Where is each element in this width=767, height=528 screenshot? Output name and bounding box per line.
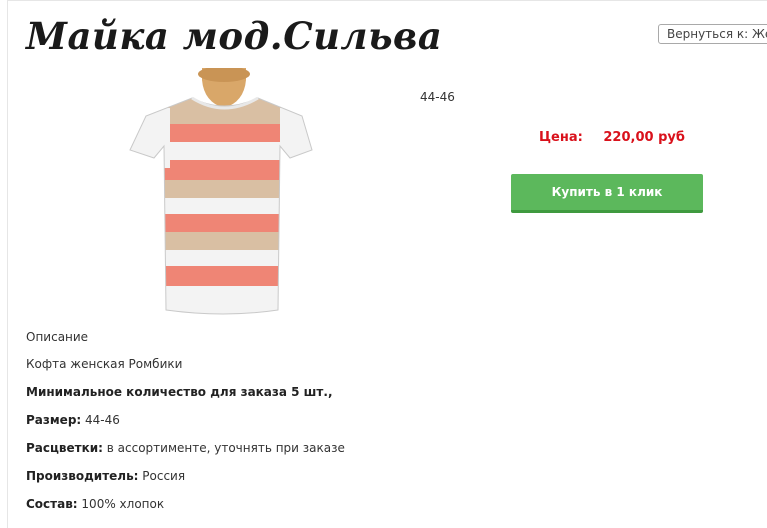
product-size: 44-46 bbox=[420, 90, 455, 104]
product-title: Майка мод.Сильва bbox=[26, 14, 443, 58]
description-size: Размер: 44-46 bbox=[26, 413, 120, 427]
description-product-name: Кофта женская Ромбики bbox=[26, 357, 183, 371]
composition-label: Состав: bbox=[26, 497, 78, 511]
min-order-text: Минимальное количество для заказа 5 шт., bbox=[26, 385, 333, 399]
colors-label: Расцветки: bbox=[26, 441, 103, 455]
description-manufacturer: Производитель: Россия bbox=[26, 469, 185, 483]
price-value: 220,00 руб bbox=[603, 130, 685, 145]
size-label: Размер: bbox=[26, 413, 82, 427]
description-min-order: Минимальное количество для заказа 5 шт., bbox=[26, 385, 333, 399]
description-composition: Состав: 100% хлопок bbox=[26, 497, 164, 511]
size-value: 44-46 bbox=[81, 413, 120, 427]
back-to-category-select[interactable]: Вернуться к: Жен bbox=[658, 24, 767, 44]
manufacturer-label: Производитель: bbox=[26, 469, 139, 483]
description-heading: Описание bbox=[26, 330, 89, 344]
price-label: Цена: bbox=[539, 130, 583, 145]
description-colors: Расцветки: в ассортименте, уточнять при … bbox=[26, 441, 345, 455]
composition-value: 100% хлопок bbox=[77, 497, 165, 511]
knitted-top-icon bbox=[129, 66, 313, 315]
price-row: Цена: 220,00 руб bbox=[539, 130, 685, 145]
buy-one-click-button[interactable]: Купить в 1 клик bbox=[511, 174, 703, 213]
colors-value: в ассортименте, уточнять при заказе bbox=[102, 441, 345, 455]
product-image[interactable] bbox=[120, 66, 330, 326]
manufacturer-value: Россия bbox=[138, 469, 186, 483]
